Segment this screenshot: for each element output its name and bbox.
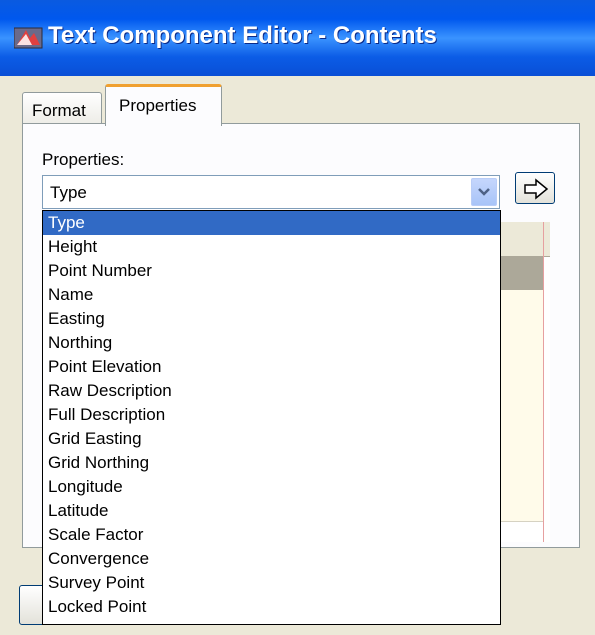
- dropdown-option[interactable]: Grid Northing: [43, 451, 500, 475]
- grid-margin-line: [543, 222, 544, 542]
- dropdown-option[interactable]: Point Number: [43, 259, 500, 283]
- dropdown-option[interactable]: Point Elevation: [43, 355, 500, 379]
- dropdown-option[interactable]: Grid Easting: [43, 427, 500, 451]
- dropdown-option[interactable]: Survey Point: [43, 571, 500, 595]
- combo-dropdown-button[interactable]: [471, 178, 497, 206]
- title-bar[interactable]: Text Component Editor - Contents: [0, 0, 595, 76]
- dropdown-option[interactable]: Latitude: [43, 499, 500, 523]
- properties-label: Properties:: [42, 150, 125, 169]
- dropdown-option[interactable]: Height: [43, 235, 500, 259]
- properties-combo[interactable]: Type: [42, 175, 500, 209]
- dropdown-option[interactable]: Locked Point: [43, 595, 500, 619]
- dropdown-option[interactable]: Easting: [43, 307, 500, 331]
- tab-format[interactable]: Format: [22, 92, 102, 126]
- combo-selected-value: Type: [50, 183, 87, 202]
- dropdown-option[interactable]: Raw Description: [43, 379, 500, 403]
- arrow-right-icon: [524, 178, 549, 200]
- dropdown-option[interactable]: Type: [43, 211, 500, 235]
- chevron-down-icon: [478, 188, 490, 196]
- tab-properties[interactable]: Properties: [105, 84, 222, 126]
- app-icon: [14, 27, 43, 49]
- dropdown-option[interactable]: Longitude: [43, 475, 500, 499]
- insert-property-button[interactable]: [515, 172, 555, 204]
- dropdown-option[interactable]: Convergence: [43, 547, 500, 571]
- dropdown-option[interactable]: Scale Factor: [43, 523, 500, 547]
- dropdown-option[interactable]: Full Description: [43, 403, 500, 427]
- window-title: Text Component Editor - Contents: [48, 22, 437, 49]
- dropdown-option[interactable]: Northing: [43, 331, 500, 355]
- properties-dropdown-list[interactable]: Type Height Point Number Name Easting Northin…: [42, 210, 501, 625]
- dropdown-option[interactable]: Name: [43, 283, 500, 307]
